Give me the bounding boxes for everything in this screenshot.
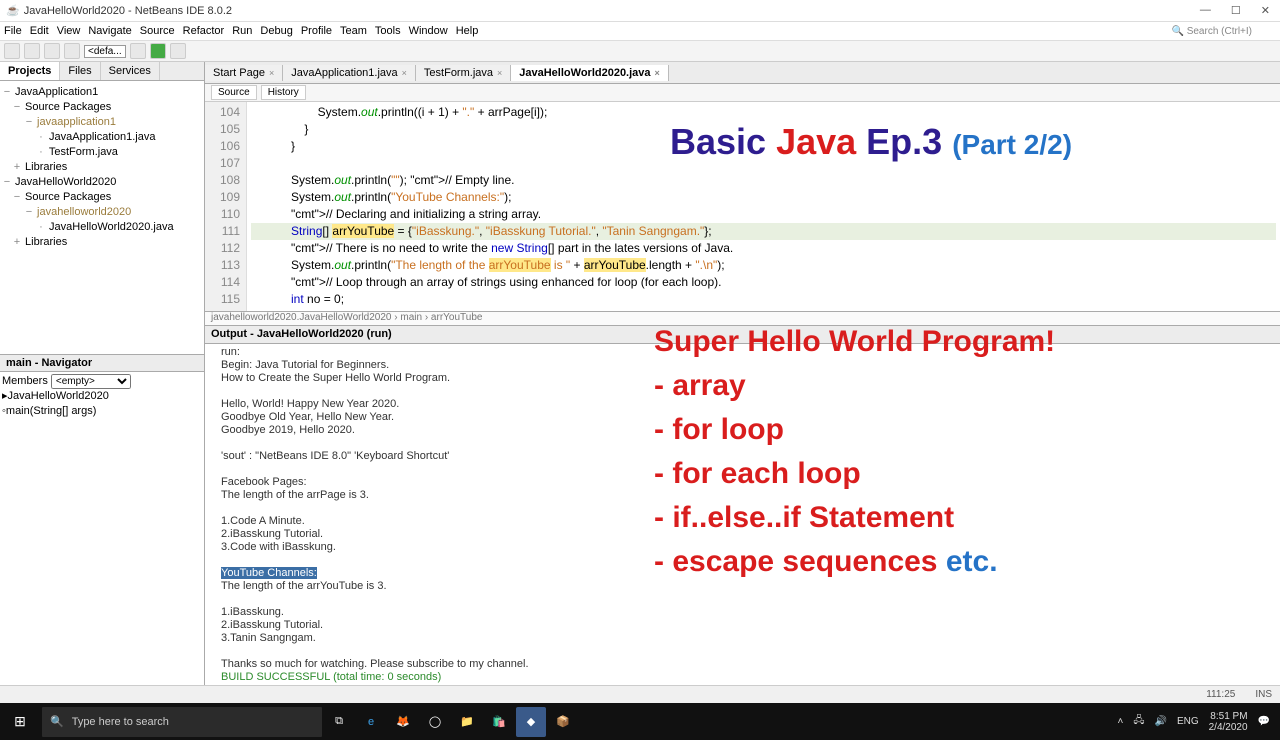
lang-indicator[interactable]: ENG xyxy=(1177,716,1199,727)
menu-file[interactable]: File xyxy=(4,25,22,37)
tree-node[interactable]: − Source Packages xyxy=(2,190,202,205)
file-tab[interactable]: JavaHelloWorld2020.java× xyxy=(511,65,669,81)
menu-window[interactable]: Window xyxy=(409,25,448,37)
menu-navigate[interactable]: Navigate xyxy=(88,25,131,37)
source-tab[interactable]: Source xyxy=(211,85,257,100)
overlay-list: Super Hello World Program! - array - for… xyxy=(654,320,1055,584)
close-tab-icon[interactable]: × xyxy=(497,68,502,78)
tree-node[interactable]: − JavaHelloWorld2020 xyxy=(2,175,202,190)
tree-node[interactable]: + Libraries xyxy=(2,160,202,175)
menu-source[interactable]: Source xyxy=(140,25,175,37)
menu-refactor[interactable]: Refactor xyxy=(183,25,225,37)
build-icon[interactable] xyxy=(130,43,146,59)
close-tab-icon[interactable]: × xyxy=(269,68,274,78)
chrome-icon[interactable]: ◯ xyxy=(420,707,450,737)
menu-bar[interactable]: File Edit View Navigate Source Refactor Run Deb… xyxy=(0,22,1280,40)
file-tabs: Start Page×JavaApplication1.java×TestFor… xyxy=(205,62,1280,84)
tree-node[interactable]: − Source Packages xyxy=(2,100,202,115)
tree-node[interactable]: + Libraries xyxy=(2,235,202,250)
taskbar-clock[interactable]: 8:51 PM2/4/2020 xyxy=(1209,711,1248,733)
project-tree[interactable]: − JavaApplication1− Source Packages− jav… xyxy=(0,81,204,354)
cursor-position: 111:25 xyxy=(1206,689,1235,700)
volume-icon[interactable]: 🔊 xyxy=(1154,716,1166,727)
save-icon[interactable] xyxy=(64,43,80,59)
menu-help[interactable]: Help xyxy=(456,25,479,37)
tree-node[interactable]: − javahelloworld2020 xyxy=(2,205,202,220)
tree-node[interactable]: · JavaApplication1.java xyxy=(2,130,202,145)
new-file-icon[interactable] xyxy=(4,43,20,59)
store-icon[interactable]: 🛍️ xyxy=(484,707,514,737)
netbeans-icon[interactable]: ◆ xyxy=(516,707,546,737)
close-tab-icon[interactable]: × xyxy=(402,68,407,78)
close-button[interactable]: ✕ xyxy=(1257,4,1274,17)
file-tab[interactable]: JavaApplication1.java× xyxy=(283,65,416,81)
search-icon: 🔍 xyxy=(50,715,64,728)
insert-mode: INS xyxy=(1255,689,1272,700)
main-toolbar[interactable]: <defa... xyxy=(0,40,1280,62)
task-view-icon[interactable]: ⧉ xyxy=(324,707,354,737)
history-tab[interactable]: History xyxy=(261,85,306,100)
menu-profile[interactable]: Profile xyxy=(301,25,332,37)
menu-team[interactable]: Team xyxy=(340,25,367,37)
vbox-icon[interactable]: 📦 xyxy=(548,707,578,737)
edge-icon[interactable]: e xyxy=(356,707,386,737)
tree-node[interactable]: · JavaHelloWorld2020.java xyxy=(2,220,202,235)
debug-icon[interactable] xyxy=(170,43,186,59)
menu-view[interactable]: View xyxy=(57,25,81,37)
panel-tabs: ProjectsFilesServices xyxy=(0,62,204,81)
menu-debug[interactable]: Debug xyxy=(260,25,292,37)
new-project-icon[interactable] xyxy=(24,43,40,59)
open-icon[interactable] xyxy=(44,43,60,59)
window-title: JavaHelloWorld2020 - NetBeans IDE 8.0.2 xyxy=(24,5,232,17)
run-config[interactable]: <defa... xyxy=(84,45,126,58)
search-field[interactable]: 🔍 Search (Ctrl+I) xyxy=(1171,26,1268,37)
maximize-button[interactable]: ☐ xyxy=(1227,4,1245,17)
windows-taskbar[interactable]: ⊞ 🔍 Type here to search ⧉ e 🦊 ◯ 📁 🛍️ ◆ 📦… xyxy=(0,703,1280,740)
close-tab-icon[interactable]: × xyxy=(655,68,660,78)
panel-tab-services[interactable]: Services xyxy=(101,62,160,80)
taskbar-search[interactable]: 🔍 Type here to search xyxy=(42,707,322,737)
run-icon[interactable] xyxy=(150,43,166,59)
start-button[interactable]: ⊞ xyxy=(0,703,40,740)
network-icon[interactable]: 🖧 xyxy=(1133,713,1144,730)
menu-tools[interactable]: Tools xyxy=(375,25,401,37)
menu-edit[interactable]: Edit xyxy=(30,25,49,37)
menu-run[interactable]: Run xyxy=(232,25,252,37)
file-tab[interactable]: TestForm.java× xyxy=(416,65,511,81)
notifications-icon[interactable]: 💬 xyxy=(1258,716,1270,727)
left-sidebar: ProjectsFilesServices − JavaApplication1… xyxy=(0,62,205,685)
tree-node[interactable]: · TestForm.java xyxy=(2,145,202,160)
minimize-button[interactable]: — xyxy=(1196,4,1215,17)
panel-tab-projects[interactable]: Projects xyxy=(0,62,60,80)
title-bar: ☕ JavaHelloWorld2020 - NetBeans IDE 8.0.… xyxy=(0,0,1280,22)
file-tab[interactable]: Start Page× xyxy=(205,65,283,81)
coffee-icon: ☕ xyxy=(6,4,20,17)
panel-tab-files[interactable]: Files xyxy=(60,62,100,80)
status-bar: 111:25 INS xyxy=(0,685,1280,703)
system-tray[interactable]: ˄ 🖧 🔊 ENG 8:51 PM2/4/2020 💬 xyxy=(1107,711,1280,733)
overlay-title: Basic Java Ep.3 (Part 2/2) xyxy=(670,120,1072,164)
explorer-icon[interactable]: 📁 xyxy=(452,707,482,737)
tree-node[interactable]: − javaapplication1 xyxy=(2,115,202,130)
window-controls: — ☐ ✕ xyxy=(1196,4,1274,17)
tray-up-icon[interactable]: ˄ xyxy=(1117,716,1123,727)
navigator-filter[interactable]: <empty> xyxy=(51,374,131,389)
firefox-icon[interactable]: 🦊 xyxy=(388,707,418,737)
navigator-title: main - Navigator xyxy=(0,354,204,372)
line-gutter: 104105106107108109110111112113114115 xyxy=(205,102,247,311)
source-history-tabs[interactable]: Source History xyxy=(205,84,1280,102)
tree-node[interactable]: − JavaApplication1 xyxy=(2,85,202,100)
navigator-panel[interactable]: Members <empty> ▸JavaHelloWorld2020 ◦mai… xyxy=(0,372,204,421)
